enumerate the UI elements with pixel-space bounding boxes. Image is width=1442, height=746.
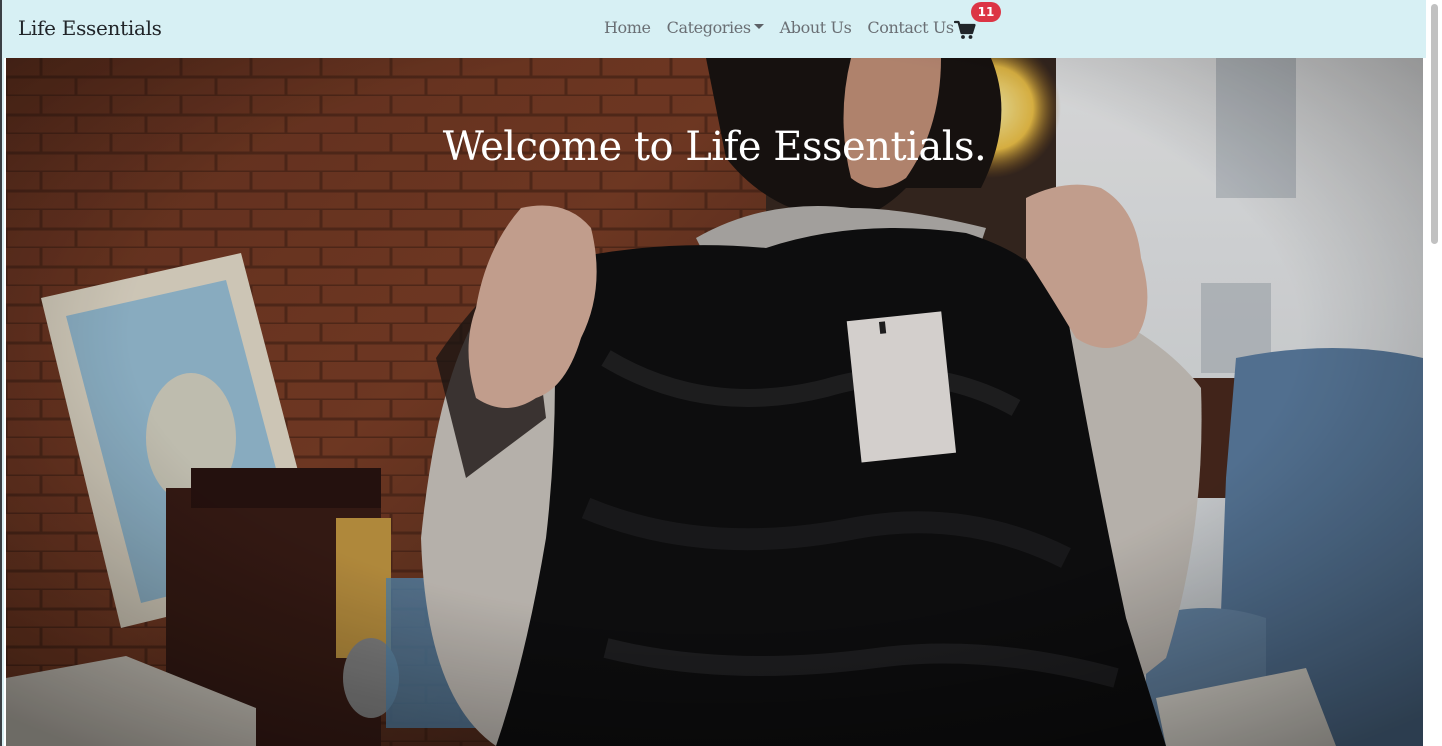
cart-count-badge: 11 <box>971 2 1001 22</box>
navbar: Life Essentials Home Categories About Us… <box>4 0 1426 58</box>
nav-link-categories-label: Categories <box>666 18 751 37</box>
nav-link-about-us[interactable]: About Us <box>780 18 852 37</box>
nav-links: Home Categories About Us Contact Us <box>604 18 970 37</box>
caret-down-icon <box>753 24 764 29</box>
scrollbar-thumb[interactable] <box>1431 4 1438 244</box>
window-left-edge <box>0 0 4 746</box>
shopping-cart-icon[interactable] <box>954 20 976 40</box>
hero-title: Welcome to Life Essentials. <box>442 124 987 170</box>
brand-logo-text[interactable]: Life Essentials <box>18 16 162 40</box>
hero-banner: Welcome to Life Essentials. <box>6 58 1423 746</box>
nav-link-categories[interactable]: Categories <box>667 18 764 37</box>
nav-link-home[interactable]: Home <box>604 18 651 37</box>
nav-link-contact-us[interactable]: Contact Us <box>867 18 954 37</box>
page: Life Essentials Home Categories About Us… <box>0 0 1442 746</box>
